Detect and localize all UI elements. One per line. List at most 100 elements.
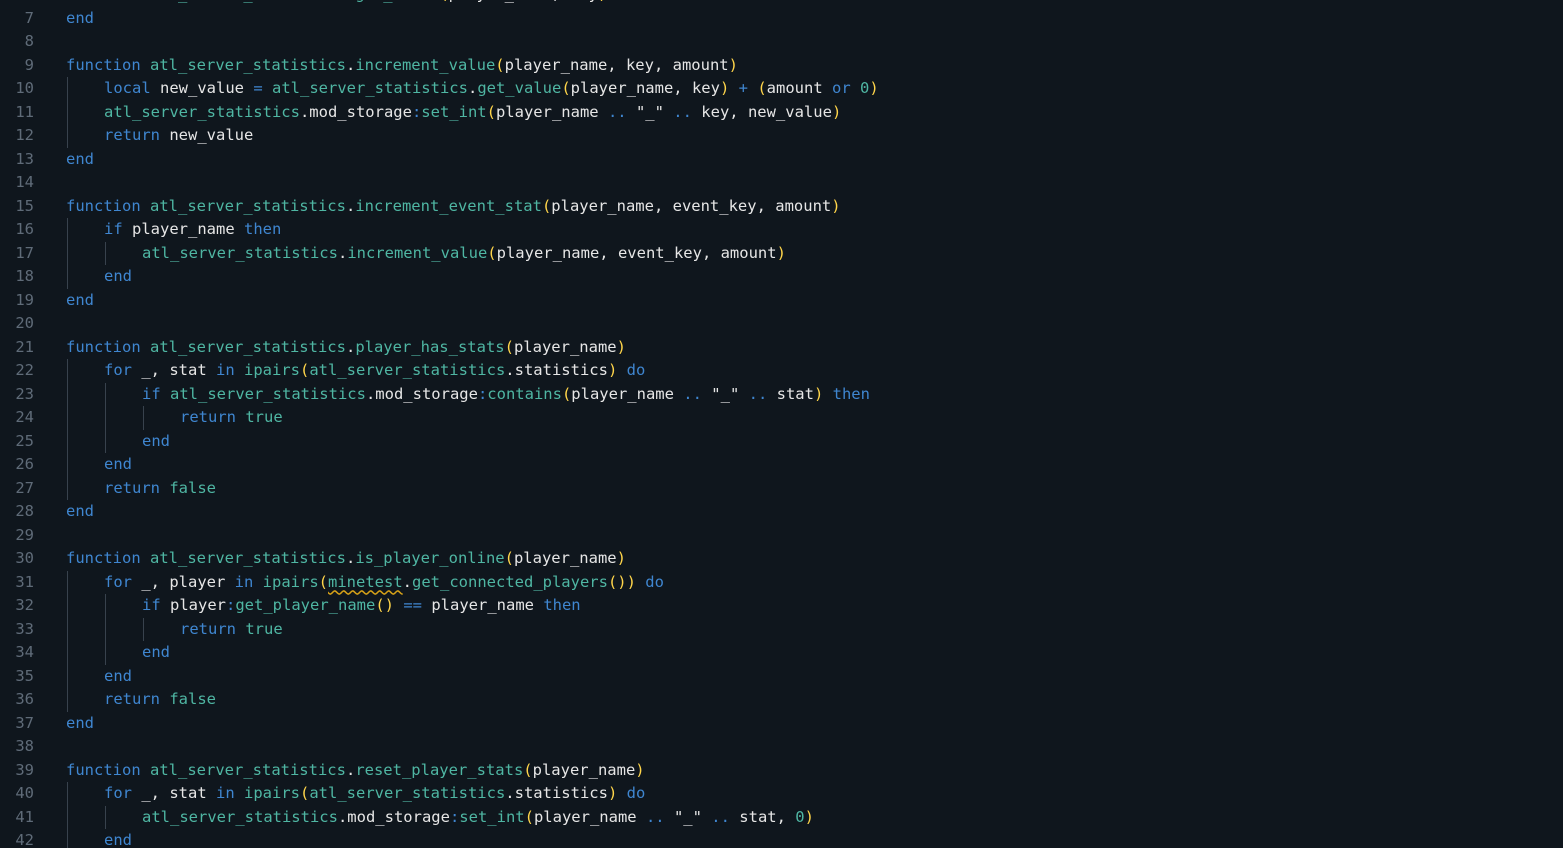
code-line[interactable]: 24 return true: [0, 406, 1563, 430]
code-line[interactable]: 42 end: [0, 829, 1563, 848]
code-token: player_name, key: [449, 0, 598, 3]
code-text: atl_server_statistics.mod_storage:set_in…: [142, 806, 814, 830]
code-token: atl_server_statistics: [142, 807, 338, 826]
code-line[interactable]: 36 return false: [0, 688, 1563, 712]
code-line[interactable]: 15 function atl_server_statistics.increme…: [0, 195, 1563, 219]
code-token: get_player_name: [235, 596, 376, 614]
code-line[interactable]: 22 for _, stat in ipairs(atl_server_stati…: [0, 359, 1563, 383]
line-number: 38: [15, 737, 34, 755]
code-line[interactable]: 23 if atl_server_statistics.mod_storage:c…: [0, 382, 1563, 406]
code-line[interactable]: 30 function atl_server_statistics.is_play…: [0, 547, 1563, 571]
code-token: atl_server_statistics: [150, 0, 346, 3]
code-token: .: [402, 572, 412, 591]
code-token: set_int: [421, 102, 487, 121]
code-line[interactable]: 17 atl_server_statistics.increment_value(…: [0, 241, 1563, 265]
code-line[interactable]: 19 end: [0, 289, 1563, 313]
code-line[interactable]: 31 for _, player in ipairs(minetest.get_c…: [0, 570, 1563, 594]
code-line[interactable]: 37 end: [0, 712, 1563, 736]
code-token: .mod_storage: [299, 102, 412, 121]
code-token: .statistics: [505, 361, 608, 379]
code-token: :: [411, 102, 422, 121]
code-line[interactable]: 29: [0, 524, 1563, 548]
indent-guide: [143, 617, 144, 641]
code-text: function atl_server_statistics.reset_pla…: [66, 759, 645, 783]
code-token: end: [66, 149, 94, 168]
code-token: .: [345, 549, 356, 567]
code-line[interactable]: 11 atl_server_statistics.mod_storage:set_…: [0, 100, 1563, 124]
code-token: function: [66, 760, 150, 779]
code-token: atl_server_statistics: [309, 784, 506, 802]
code-line[interactable]: 39 function atl_server_statistics.reset_p…: [0, 759, 1563, 783]
code-line[interactable]: 12 return new_value: [0, 124, 1563, 148]
code-token: atl_server_statistics: [104, 102, 300, 121]
indent-guide: [67, 782, 68, 806]
indent-guide: [67, 241, 68, 265]
code-line[interactable]: 26 end: [0, 453, 1563, 477]
code-token: .mod_storage: [365, 384, 478, 403]
code-token: ): [869, 79, 879, 97]
code-line[interactable]: 20: [0, 312, 1563, 336]
code-token: atl_server_statistics: [142, 243, 338, 262]
indent-guide: [143, 406, 144, 430]
code-token: ): [616, 549, 626, 567]
code-line[interactable]: 21 function atl_server_statistics.player_…: [0, 336, 1563, 360]
code-line[interactable]: 32 if player:get_player_name() == player_…: [0, 594, 1563, 618]
code-token: ): [719, 79, 730, 97]
code-token: increment_value: [347, 243, 488, 262]
indent-guide: [67, 406, 68, 430]
code-line[interactable]: 34 end: [0, 641, 1563, 665]
code-line[interactable]: 16 if player_name then: [0, 218, 1563, 242]
code-line[interactable]: 25 end: [0, 429, 1563, 454]
code-line[interactable]: 33 return true: [0, 617, 1563, 641]
code-line[interactable]: 35 end: [0, 664, 1563, 688]
code-line[interactable]: 9 function atl_server_statistics.incremen…: [0, 54, 1563, 78]
code-token: (): [375, 596, 394, 614]
code-line[interactable]: 41 atl_server_statistics.mod_storage:set_…: [0, 805, 1563, 830]
code-text: end: [142, 430, 170, 454]
code-token: return: [104, 126, 170, 144]
code-line[interactable]: 27 return false: [0, 476, 1563, 500]
code-text: end: [66, 500, 94, 524]
line-number: 7: [24, 8, 34, 27]
code-token: get_value: [355, 0, 439, 3]
code-token: or: [831, 79, 860, 97]
line-number: 40: [15, 784, 34, 802]
line-number: 31: [15, 572, 34, 591]
code-token: :: [449, 807, 460, 826]
code-token: =: [253, 79, 272, 97]
code-token: 0: [795, 807, 805, 826]
code-token: ): [728, 55, 738, 74]
code-token: atl_server_statistics: [150, 196, 346, 215]
code-line[interactable]: 10 local new_value = atl_server_statistic…: [0, 77, 1563, 101]
code-token: (: [299, 361, 310, 379]
code-token: (: [757, 79, 767, 97]
indent-guide: [105, 641, 106, 665]
code-token: (: [318, 572, 328, 591]
code-text: return new_value: [104, 124, 253, 148]
code-token: _, stat: [141, 784, 216, 802]
code-token: minetest: [328, 572, 403, 591]
code-token: (: [299, 784, 310, 802]
code-line[interactable]: 14: [0, 171, 1563, 195]
code-token: if: [104, 220, 132, 238]
code-token: _, stat: [141, 361, 216, 379]
code-line[interactable]: 8: [0, 30, 1563, 54]
code-token: (: [486, 102, 496, 121]
code-line[interactable]: 13 end: [0, 148, 1563, 172]
code-token: is_player_online: [355, 549, 505, 567]
indent-guide: [67, 688, 68, 712]
code-line[interactable]: 7 end: [0, 7, 1563, 31]
line-number: 9: [24, 55, 34, 74]
editor-lines: 5function atl_server_statistics.get_valu…: [0, 0, 1563, 848]
line-number: 37: [15, 713, 34, 732]
code-token: (: [439, 0, 448, 3]
code-editor[interactable]: 5function atl_server_statistics.get_valu…: [0, 0, 1563, 848]
code-line[interactable]: 18 end: [0, 265, 1563, 289]
code-token: new_value: [169, 126, 254, 144]
code-line[interactable]: 38: [0, 735, 1563, 759]
code-line[interactable]: 40 for _, stat in ipairs(atl_server_stati…: [0, 782, 1563, 806]
indent-guide: [105, 429, 106, 453]
code-line[interactable]: 28 end: [0, 500, 1563, 524]
code-token: true: [245, 619, 283, 638]
code-token: end: [66, 713, 94, 732]
